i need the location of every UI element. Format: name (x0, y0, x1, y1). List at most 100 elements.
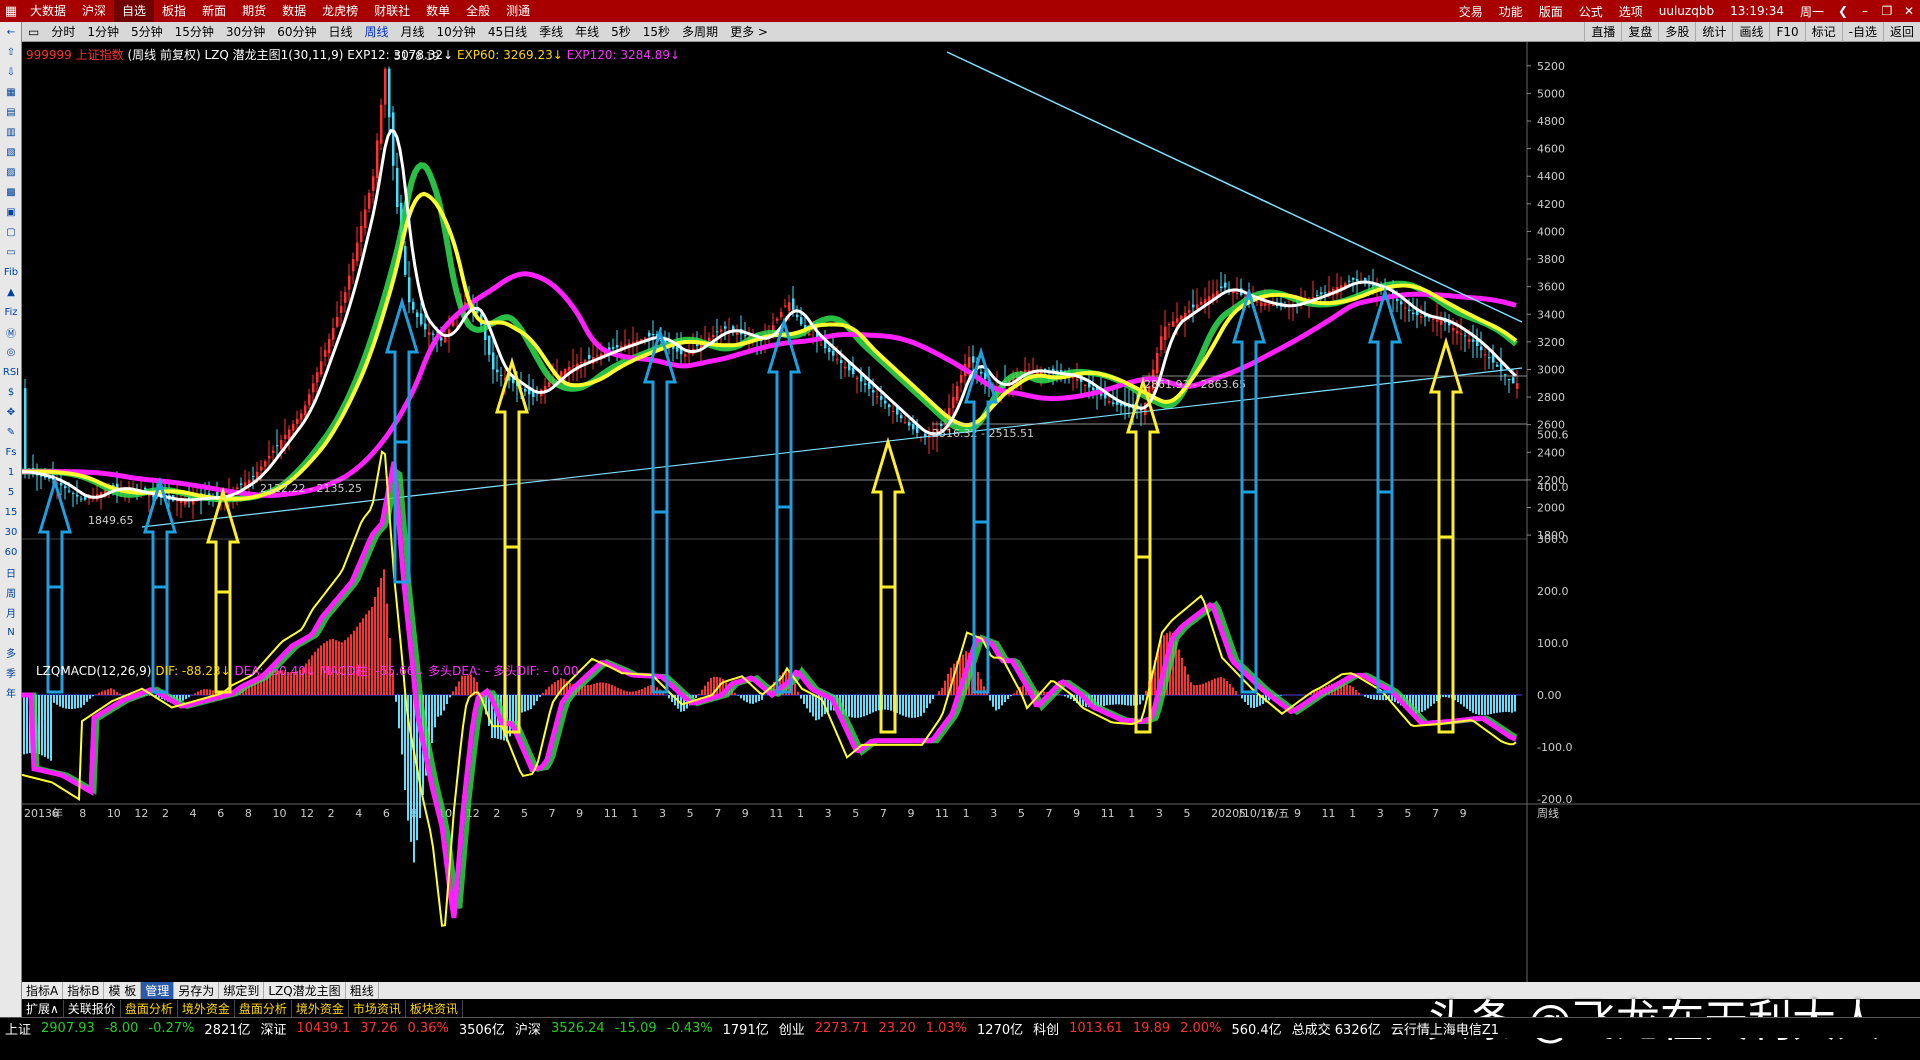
left-tool-icon[interactable]: 1 (0, 462, 22, 482)
top-menu-item[interactable]: 板指 (154, 0, 194, 22)
period-right-tool[interactable]: 多股 (1658, 21, 1695, 42)
left-tool-icon[interactable]: ▤ (0, 102, 22, 122)
period-tab[interactable]: 60分钟 (271, 22, 322, 42)
period-right-tool[interactable]: 标记 (1804, 21, 1842, 42)
top-menu-item[interactable]: 新面 (194, 0, 234, 22)
ticker-name[interactable]: 创业 (774, 1019, 810, 1038)
period-tab[interactable]: 多周期 (676, 22, 724, 42)
top-right-item[interactable]: 13:19:34 (1722, 4, 1792, 18)
period-tab[interactable]: 5分钟 (125, 22, 169, 42)
indicator-tab[interactable]: 绑定到 (219, 982, 265, 999)
left-tool-icon[interactable]: ← (0, 22, 22, 42)
left-tool-icon[interactable]: ✎ (0, 422, 22, 442)
period-right-tool[interactable]: F10 (1769, 21, 1804, 42)
left-tool-icon[interactable]: RSI (0, 362, 22, 382)
left-tool-icon[interactable]: 年 (0, 682, 22, 702)
top-right-item[interactable]: 周一 (1792, 3, 1832, 20)
left-tool-icon[interactable]: $ (0, 382, 22, 402)
period-tab[interactable]: 月线 (395, 22, 431, 42)
top-menu-item[interactable]: 数据 (274, 0, 314, 22)
indicator-tab[interactable]: LZQ潜龙主图 (264, 982, 346, 999)
period-tab[interactable]: 15秒 (637, 22, 676, 42)
top-right-item[interactable]: 交易 (1451, 3, 1491, 20)
left-tool-icon[interactable]: Fiz (0, 302, 22, 322)
left-tool-icon[interactable]: ▥ (0, 122, 22, 142)
left-tool-icon[interactable]: ⇧ (0, 42, 22, 62)
period-right-tool[interactable]: 画线 (1732, 21, 1769, 42)
period-tab[interactable]: 15分钟 (169, 22, 220, 42)
indicator-tab[interactable]: 指标A (22, 982, 64, 999)
top-menu-item[interactable]: 大数据 (22, 0, 74, 22)
chart-canvas[interactable]: 5200500048004600440042004000380036003400… (22, 42, 1920, 982)
period-tab[interactable]: 年线 (569, 22, 605, 42)
kline-chart-area[interactable]: 5200 5000 4800 4600 4400 4200 4000 3800 3600 3400… (22, 42, 1920, 1017)
back-icon[interactable]: ❮ (1832, 4, 1854, 18)
period-tab[interactable]: 10分钟 (431, 22, 482, 42)
period-tab[interactable]: 1分钟 (81, 22, 125, 42)
left-tool-icon[interactable]: Ⓜ (0, 322, 22, 342)
left-tool-icon[interactable]: ▧ (0, 142, 22, 162)
extension-tab[interactable]: 盘面分析 (235, 999, 292, 1017)
period-right-tool[interactable]: 返回 (1882, 21, 1920, 42)
left-tool-icon[interactable]: 月 (0, 602, 22, 622)
extension-tab[interactable]: 板块资讯 (406, 999, 463, 1017)
extension-tab[interactable]: 境外资金 (292, 999, 349, 1017)
left-tool-icon[interactable]: 多 (0, 642, 22, 662)
extension-tab[interactable]: 境外资金 (178, 999, 235, 1017)
indicator-tab[interactable]: 另存为 (174, 982, 220, 999)
app-logo-icon[interactable]: ▦ (0, 0, 22, 22)
top-menu-item[interactable]: 龙虎榜 (314, 0, 366, 22)
left-tool-icon[interactable]: ▦ (0, 82, 22, 102)
top-menu-item[interactable]: 数单 (418, 0, 458, 22)
left-tool-icon[interactable]: ▣ (0, 202, 22, 222)
period-right-tool[interactable]: 统计 (1695, 21, 1732, 42)
left-tool-icon[interactable]: ▢ (0, 222, 22, 242)
period-right-tool[interactable]: 直播 (1584, 21, 1621, 42)
left-tool-icon[interactable]: Fib (0, 262, 22, 282)
close-icon[interactable]: ✕ (1898, 4, 1920, 18)
left-tool-icon[interactable]: ⇩ (0, 62, 22, 82)
sub-indicator-name[interactable]: LZQMACD(12,26,9) (36, 664, 152, 678)
left-tool-icon[interactable]: 30 (0, 522, 22, 542)
ticker-name[interactable]: 上证 (0, 1019, 36, 1038)
period-tab[interactable]: 45日线 (482, 22, 533, 42)
left-tool-icon[interactable]: ▲ (0, 282, 22, 302)
left-tool-icon[interactable]: ▩ (0, 182, 22, 202)
ticker-name[interactable]: 沪深 (510, 1019, 546, 1038)
left-tool-icon[interactable]: 5 (0, 482, 22, 502)
period-tab[interactable]: 周线 (359, 22, 395, 42)
symbol-code[interactable]: 999999 上证指数 (26, 48, 124, 62)
top-right-item[interactable]: 功能 (1491, 3, 1531, 20)
top-menu-item[interactable]: 财联社 (366, 0, 418, 22)
minimize-icon[interactable]: – (1854, 4, 1876, 18)
extension-tab[interactable]: 盘面分析 (121, 999, 178, 1017)
period-tab[interactable]: 更多 > (724, 22, 774, 42)
left-tool-icon[interactable]: ◎ (0, 342, 22, 362)
top-right-item[interactable]: uuluzqbb (1651, 4, 1722, 18)
left-tool-icon[interactable]: 周 (0, 582, 22, 602)
period-right-tool[interactable]: -自选 (1841, 21, 1883, 42)
indicator-tab[interactable]: 模 板 (104, 982, 142, 999)
extension-tab[interactable]: 扩展∧ (22, 999, 64, 1017)
ticker-name[interactable]: 深证 (256, 1019, 292, 1038)
top-menu-item[interactable]: 全般 (458, 0, 498, 22)
indicator-tab[interactable]: 粗线 (346, 982, 379, 999)
top-menu-item[interactable]: 沪深 (74, 0, 114, 22)
period-tab[interactable]: 5秒 (605, 22, 637, 42)
top-right-item[interactable]: 版面 (1531, 3, 1571, 20)
maximize-icon[interactable]: ❐ (1876, 4, 1898, 18)
left-tool-icon[interactable]: ✥ (0, 402, 22, 422)
left-tool-icon[interactable]: 日 (0, 562, 22, 582)
indicator-tab[interactable]: 管理 (141, 982, 175, 999)
period-right-tool[interactable]: 复盘 (1621, 21, 1658, 42)
left-tool-icon[interactable]: 60 (0, 542, 22, 562)
connection-status[interactable]: 云行情上海电信Z1 (1386, 1019, 1504, 1038)
indicator-name[interactable]: LZQ 潜龙主图1(30,11,9) (204, 48, 343, 62)
top-right-item[interactable]: 选项 (1611, 3, 1651, 20)
top-right-item[interactable]: 公式 (1571, 3, 1611, 20)
period-tab[interactable]: 季线 (533, 22, 569, 42)
left-tool-icon[interactable]: 季 (0, 662, 22, 682)
left-tool-icon[interactable]: ▨ (0, 162, 22, 182)
indicator-tab[interactable]: 指标B (63, 982, 105, 999)
ticker-name[interactable]: 科创 (1028, 1019, 1064, 1038)
